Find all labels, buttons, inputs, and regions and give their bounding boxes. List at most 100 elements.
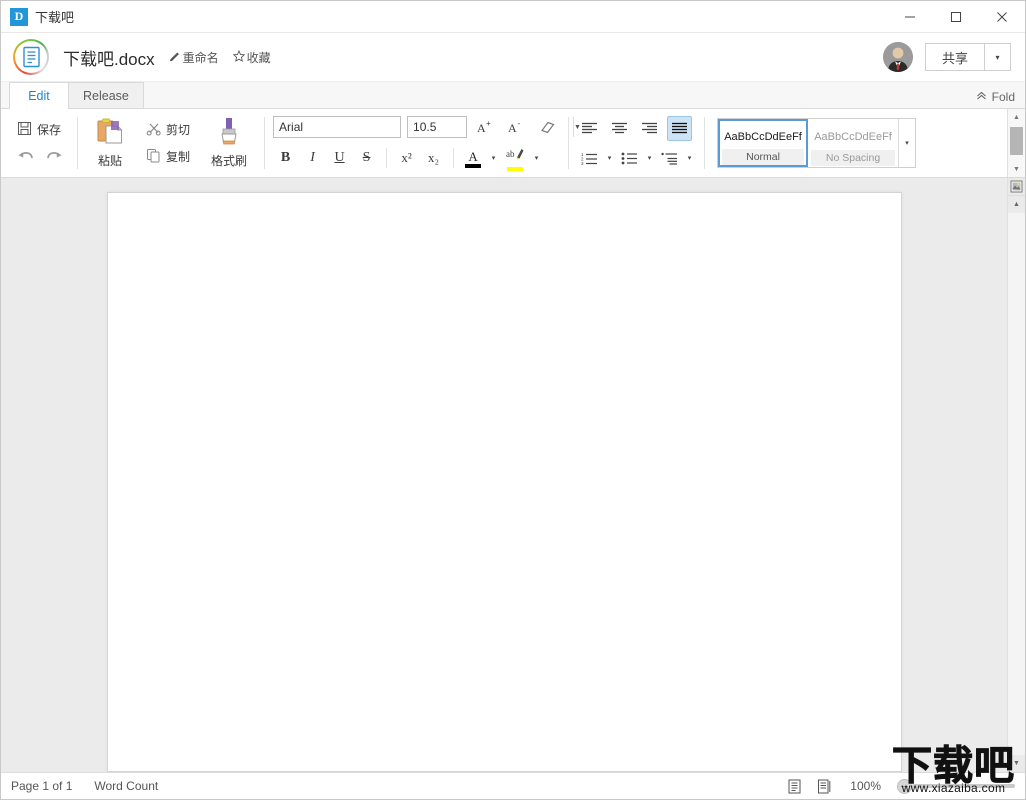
title-bar: D 下载吧 — [1, 1, 1025, 33]
scroll-track[interactable] — [1007, 213, 1025, 755]
maximize-button[interactable] — [933, 1, 979, 32]
superscript-button[interactable]: x² — [394, 146, 419, 171]
numbered-list-dropdown-arrow-icon[interactable]: ▾ — [603, 147, 616, 169]
scroll-down-arrow-icon[interactable]: ▼ — [1007, 755, 1025, 772]
tab-release[interactable]: Release — [68, 82, 144, 108]
svg-text:A: A — [508, 121, 517, 135]
print-layout-view-button[interactable] — [784, 777, 804, 795]
cut-button[interactable]: 剪切 — [138, 117, 198, 142]
paste-button[interactable]: 粘贴 — [86, 113, 134, 173]
undo-button[interactable] — [13, 144, 38, 169]
multilevel-list-dropdown-arrow-icon[interactable]: ▾ — [683, 147, 696, 169]
paste-icon — [95, 117, 125, 150]
rename-button[interactable]: 重命名 — [169, 49, 219, 66]
bullet-list-dropdown-arrow-icon[interactable]: ▾ — [643, 147, 656, 169]
document-vertical-scrollbar[interactable]: ▲ ▼ — [1007, 178, 1025, 772]
favorite-button[interactable]: 收藏 — [232, 49, 271, 66]
zoom-slider-handle[interactable] — [897, 778, 912, 794]
numbered-list-button[interactable]: 1 2 3 — [577, 146, 602, 171]
ribbon-separator — [453, 148, 455, 168]
format-painter-button[interactable]: 格式刷 — [202, 113, 256, 173]
strikethrough-button[interactable]: S — [354, 146, 379, 171]
share-dropdown-arrow-icon[interactable]: ▾ — [985, 43, 1011, 71]
svg-text:A: A — [477, 121, 486, 135]
bold-label: B — [280, 150, 291, 165]
word-count-button[interactable]: Word Count — [94, 779, 158, 793]
font-color-dropdown-arrow-icon[interactable]: ▾ — [487, 147, 500, 169]
user-avatar[interactable] — [882, 42, 913, 72]
bold-button[interactable]: B — [273, 146, 298, 171]
italic-button[interactable]: I — [300, 146, 325, 171]
zoom-slider[interactable] — [897, 778, 1015, 794]
font-size-combo[interactable]: ▼ — [407, 116, 581, 138]
shrink-font-button[interactable]: A - — [504, 115, 529, 140]
tab-edit[interactable]: Edit — [9, 82, 69, 109]
rename-label: 重命名 — [182, 50, 219, 65]
paint-brush-icon — [216, 117, 242, 150]
fold-ribbon-button[interactable]: Fold — [976, 90, 1015, 104]
align-justify-button[interactable] — [667, 115, 693, 141]
highlight-color-dropdown-arrow-icon[interactable]: ▾ — [530, 147, 543, 169]
copy-icon — [146, 148, 161, 166]
highlight-color-button[interactable]: ab — [502, 145, 528, 172]
align-left-button[interactable] — [577, 116, 602, 141]
save-button[interactable]: 保存 — [9, 117, 69, 142]
browse-object-icon[interactable] — [1007, 178, 1025, 196]
close-button[interactable] — [979, 1, 1025, 32]
strikethrough-label: S — [362, 150, 371, 165]
align-center-button[interactable] — [607, 116, 632, 141]
bullet-list-button[interactable] — [617, 146, 642, 171]
ribbon-tab-strip: Edit Release Fold — [1, 82, 1025, 109]
document-title: 下载吧.docx — [63, 49, 155, 69]
minimize-button[interactable] — [887, 1, 933, 32]
ribbon-scrollbar[interactable]: ▲ ▼ — [1007, 109, 1025, 177]
app-title: 下载吧 — [35, 10, 75, 25]
svg-text:3: 3 — [581, 161, 584, 165]
clipboard-commands: 剪切 复制 — [138, 117, 198, 169]
redo-button[interactable] — [42, 144, 67, 169]
style-name-normal: Normal — [722, 149, 805, 165]
style-item-normal[interactable]: AaBbCcDdEeFf Normal — [718, 119, 809, 167]
multilevel-list-button[interactable] — [657, 146, 682, 171]
font-color-swatch — [465, 163, 482, 168]
font-family-combo[interactable]: ▼ — [273, 116, 447, 138]
scroll-up-arrow-icon[interactable]: ▲ — [1007, 196, 1025, 213]
ribbon-scroll-down-arrow-icon[interactable]: ▼ — [1008, 161, 1025, 177]
document-canvas[interactable] — [1, 178, 1007, 772]
status-bar: Page 1 of 1 Word Count 100% — [1, 772, 1025, 799]
web-layout-view-button[interactable] — [814, 777, 834, 795]
star-icon — [232, 49, 245, 65]
format-painter-label: 格式刷 — [211, 154, 248, 168]
application-window: D 下载吧 下载吧.docx 重命名 收藏 共享 ▾ Edit Release … — [0, 0, 1026, 800]
app-logo-icon: D — [10, 7, 28, 26]
pencil-icon — [169, 50, 181, 65]
file-commands: 保存 — [9, 117, 69, 169]
underline-label: U — [334, 150, 345, 165]
style-preview-normal: AaBbCcDdEeFf — [724, 131, 802, 143]
document-page[interactable] — [106, 192, 902, 772]
zoom-slider-track[interactable] — [912, 784, 1015, 788]
ribbon-scroll-thumb[interactable] — [1010, 127, 1023, 155]
ribbon-scroll-up-arrow-icon[interactable]: ▲ — [1008, 109, 1025, 125]
highlight-color-swatch — [507, 166, 524, 171]
font-color-button[interactable]: A — [461, 148, 485, 169]
grow-font-button[interactable]: A + — [473, 115, 498, 140]
svg-text:ab: ab — [506, 149, 515, 159]
document-header: 下载吧.docx 重命名 收藏 共享 ▾ — [1, 33, 1025, 82]
superscript-label: x² — [401, 150, 412, 165]
scissors-icon — [146, 121, 161, 139]
fold-label: Fold — [991, 90, 1015, 104]
underline-button[interactable]: U — [327, 146, 352, 171]
subscript-button[interactable]: x₂ — [421, 146, 446, 171]
style-item-no-spacing[interactable]: AaBbCcDdEeFf No Spacing — [808, 119, 898, 167]
share-button[interactable]: 共享 — [924, 43, 985, 71]
page-indicator[interactable]: Page 1 of 1 — [11, 779, 72, 793]
svg-text:-: - — [518, 119, 521, 128]
align-right-button[interactable] — [637, 116, 662, 141]
clear-formatting-button[interactable] — [535, 115, 560, 140]
copy-button[interactable]: 复制 — [138, 144, 198, 169]
save-label: 保存 — [37, 123, 62, 137]
window-controls — [887, 1, 1025, 32]
copy-label: 复制 — [166, 150, 191, 164]
style-gallery-more-arrow-icon[interactable]: ▾ — [898, 119, 915, 167]
